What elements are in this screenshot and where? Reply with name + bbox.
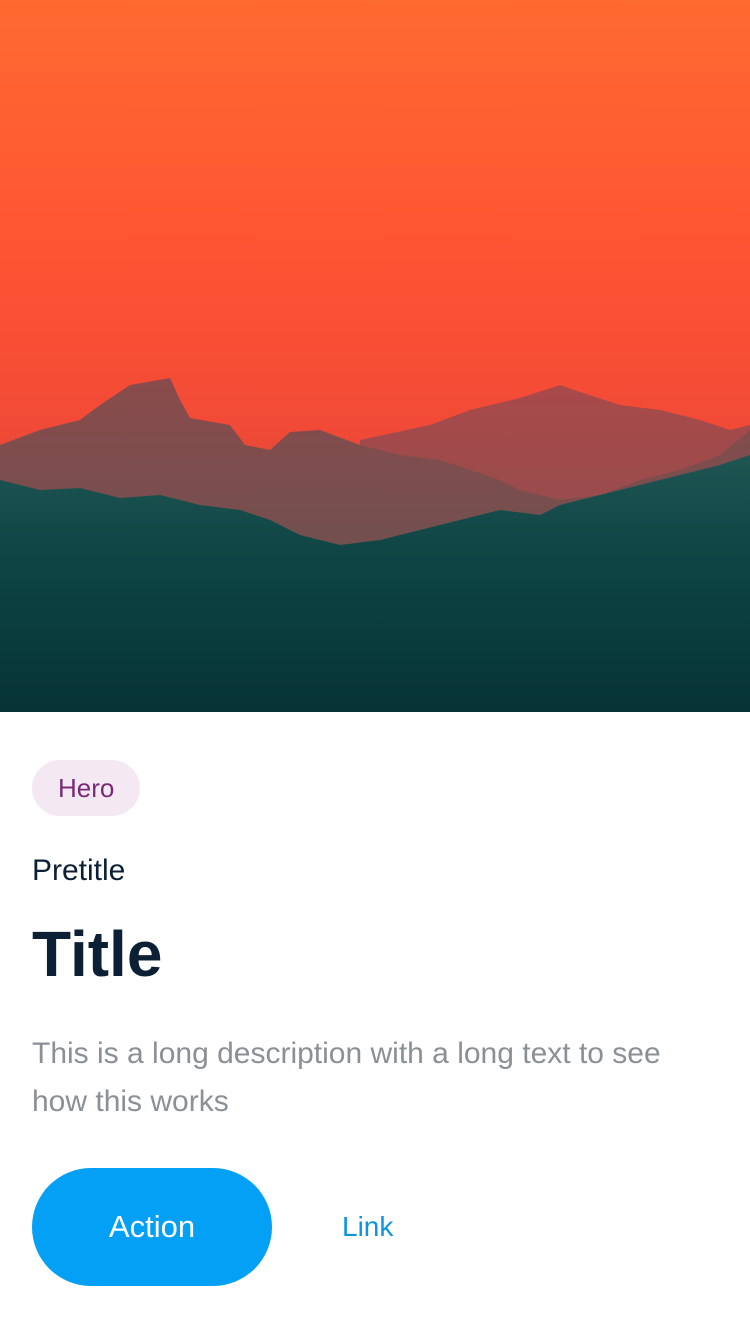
page-title: Title: [32, 918, 163, 990]
hero-content: Hero Pretitle Title This is a long descr…: [32, 760, 718, 1126]
action-button[interactable]: Action: [32, 1168, 272, 1286]
pretitle: Pretitle: [32, 854, 126, 887]
hero-screen: Hero Pretitle Title This is a long descr…: [0, 0, 750, 1334]
description: This is a long description with a long t…: [32, 1037, 661, 1118]
hero-tag-badge: Hero: [32, 760, 141, 816]
mountain-sunset-image: [0, 0, 750, 712]
actions-row: Action Link: [32, 1168, 393, 1286]
link-button[interactable]: Link: [342, 1211, 393, 1243]
